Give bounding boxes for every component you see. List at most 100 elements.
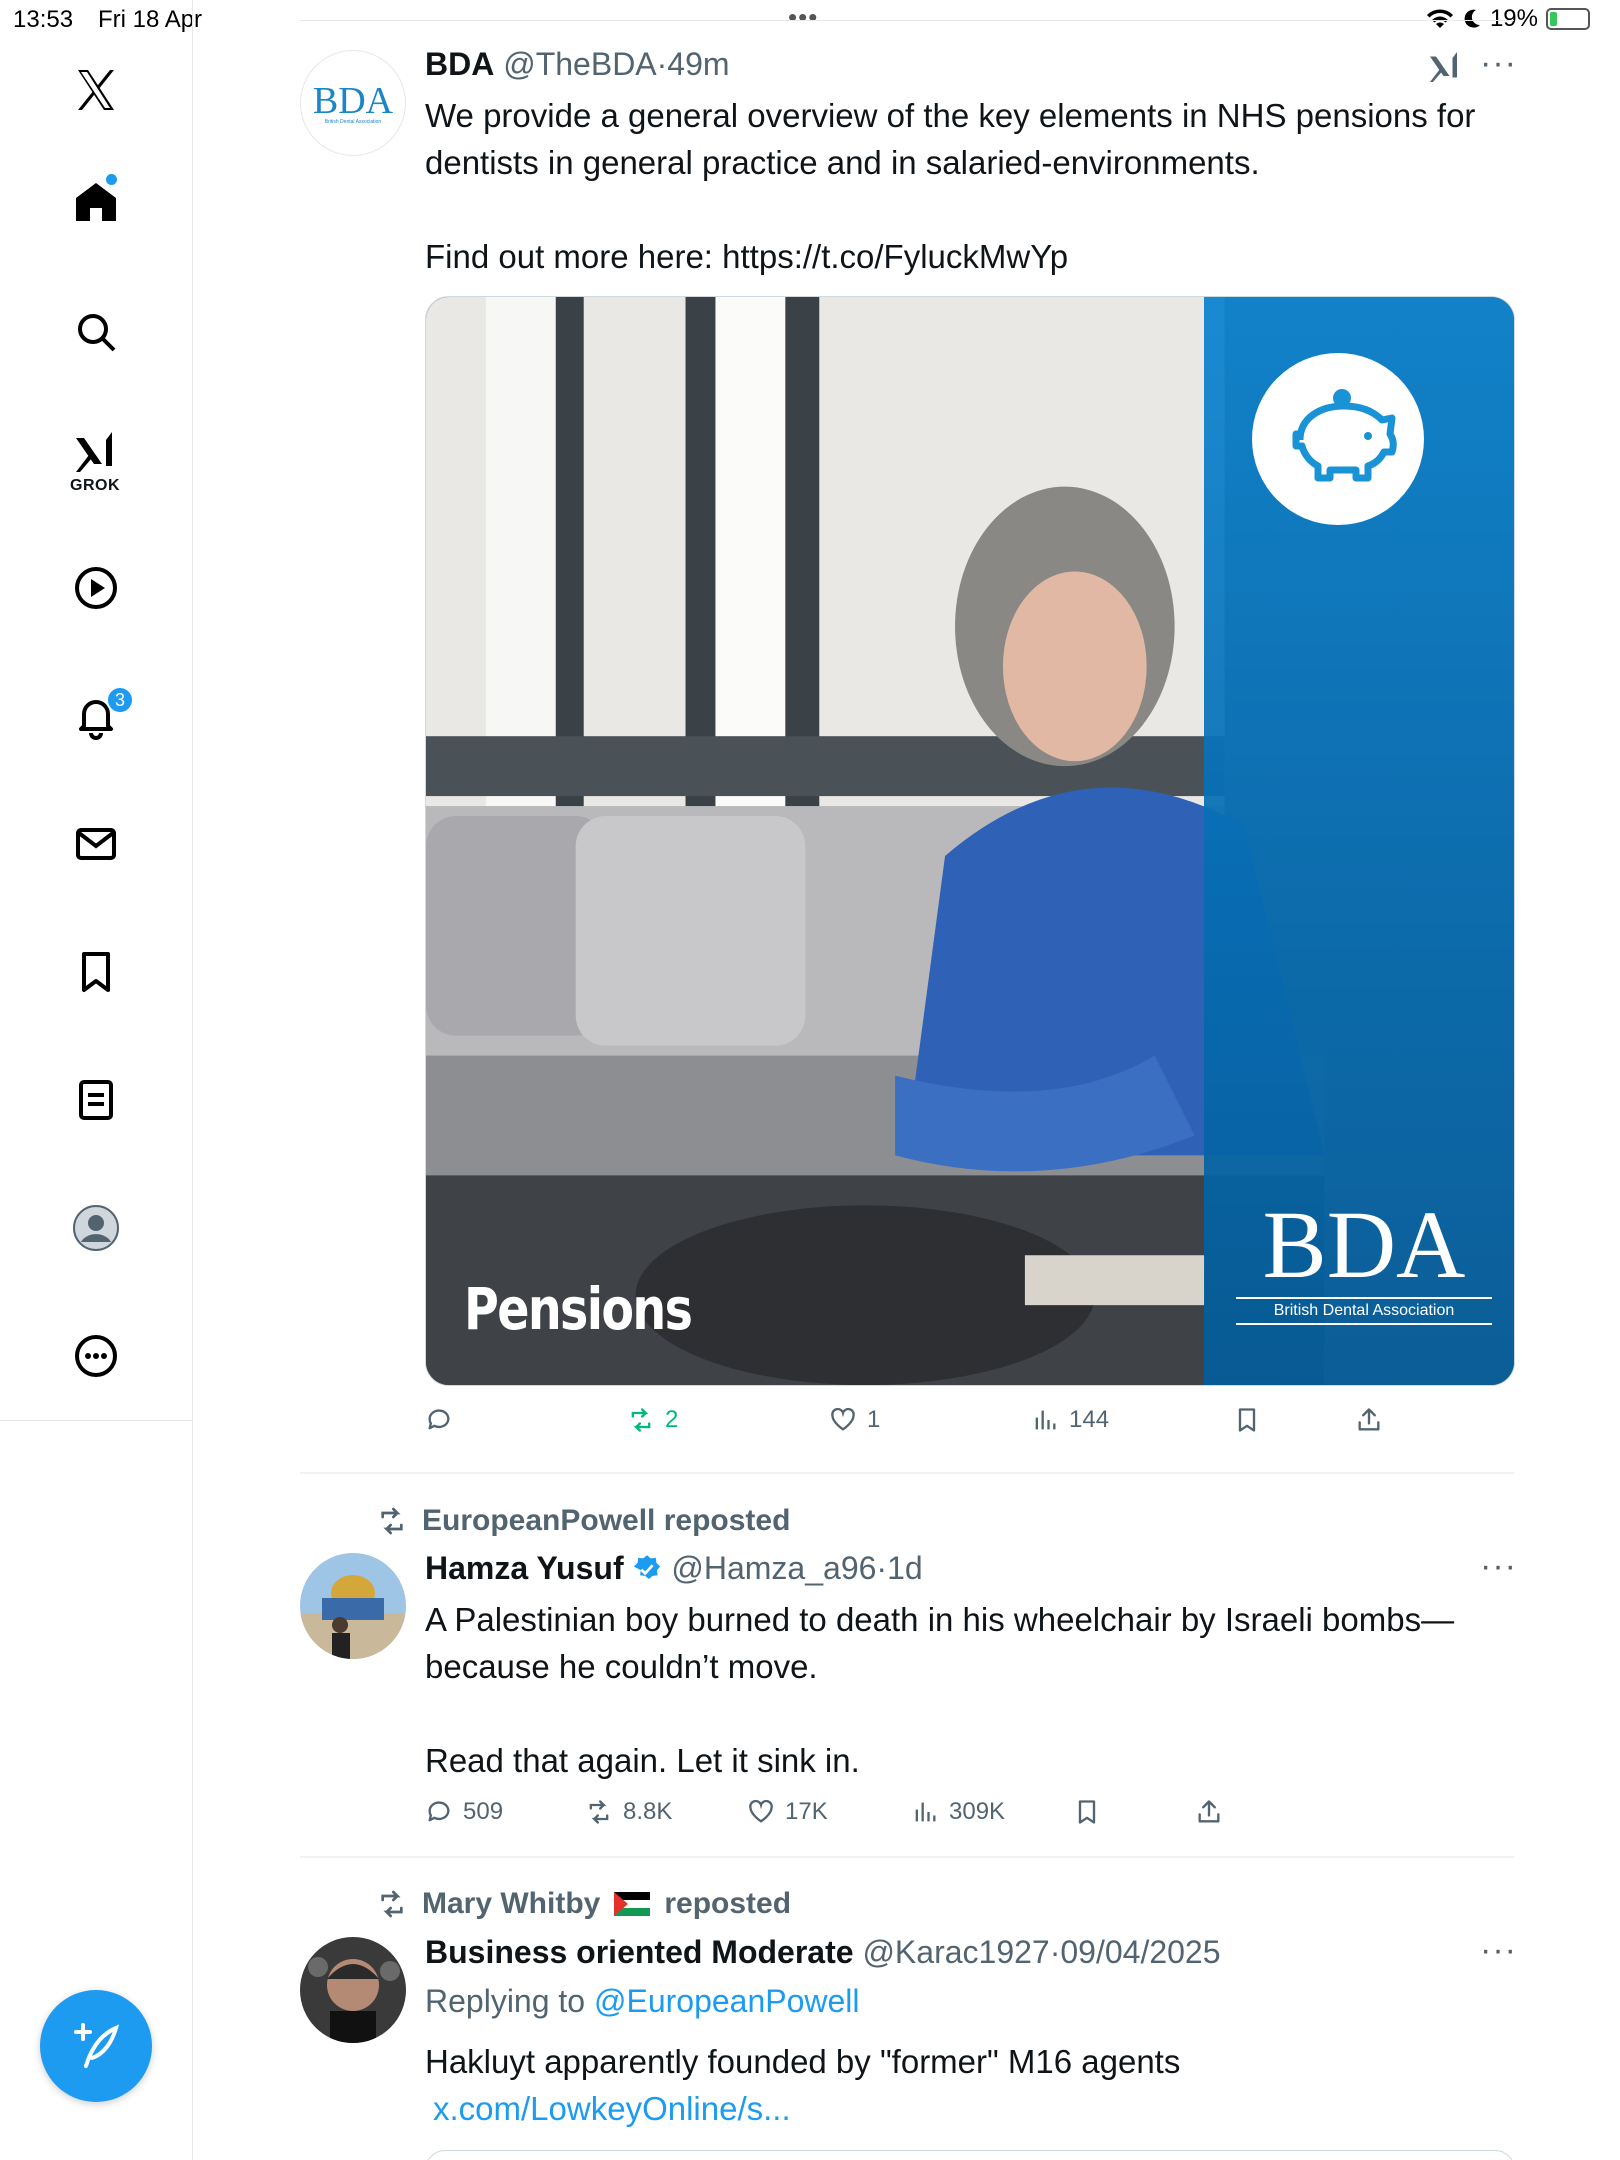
feather-plus-icon — [74, 2023, 120, 2068]
status-right: 19% — [1426, 5, 1590, 33]
bda-logo-text: BDA — [1262, 1191, 1466, 1298]
avatar-bda-subtext: British Dental Association — [324, 119, 382, 125]
repost-count: 8.8K — [623, 1798, 673, 1825]
more-options-icon[interactable]: ··· — [1480, 1547, 1517, 1586]
avatar-hamza[interactable] — [300, 1553, 406, 1659]
home-new-indicator — [106, 174, 117, 185]
display-name[interactable]: Hamza Yusuf — [425, 1550, 624, 1586]
repost-button[interactable]: 8.8K — [585, 1798, 672, 1826]
more-options-icon[interactable]: ··· — [1480, 1931, 1517, 1970]
tweet-link[interactable]: x.com/LowkeyOnline/s... — [425, 2085, 1515, 2132]
timestamp[interactable]: 1d — [887, 1550, 923, 1586]
bookmark-icon — [1238, 1408, 1256, 1432]
sidebar: GROK 3 — [0, 0, 193, 2160]
piggy-bank-badge — [1252, 353, 1424, 525]
views-chart-icon — [915, 1802, 936, 1822]
share-button[interactable] — [1195, 1798, 1223, 1826]
tweet-header: Business oriented Moderate @Karac1927·09… — [425, 1934, 1221, 1970]
timestamp[interactable]: 09/04/2025 — [1060, 1934, 1220, 1970]
handle[interactable]: @Hamza_a96 — [671, 1550, 876, 1586]
more-options-icon[interactable]: ··· — [1480, 44, 1517, 83]
replying-to-handle[interactable]: @EuropeanPowell — [594, 1983, 860, 2019]
notification-badge: 3 — [106, 686, 134, 714]
bookmark-icon[interactable] — [66, 942, 126, 1002]
like-count: 17K — [785, 1798, 828, 1825]
bda-logo: BDA British Dental Association — [1224, 1197, 1504, 1325]
piggy-bank-icon — [1292, 389, 1397, 482]
reposted-by-suffix: reposted — [664, 1887, 792, 1920]
bookmark-button[interactable] — [1233, 1406, 1261, 1434]
like-count: 1 — [867, 1406, 881, 1433]
display-name[interactable]: Business oriented Moderate — [425, 1934, 854, 1970]
share-icon — [1198, 1800, 1220, 1823]
reply-count: 509 — [463, 1798, 504, 1825]
sidebar-divider — [0, 1420, 193, 1421]
bookmark-button[interactable] — [1073, 1798, 1101, 1826]
battery-icon — [1546, 8, 1590, 30]
compose-post-button[interactable] — [40, 1990, 152, 2102]
avatar-bda-text: BDA — [312, 80, 394, 122]
views-button[interactable]: 144 — [1031, 1406, 1109, 1434]
more-options-icon[interactable] — [66, 1326, 126, 1386]
tweet-media-image[interactable]: BDA British Dental Association Pensions — [425, 296, 1515, 1386]
views-button[interactable]: 309K — [911, 1798, 1005, 1826]
repost-icon — [589, 1800, 609, 1824]
tweet-text-line[interactable]: Find out more here: https://t.co/FyluckM… — [425, 233, 1515, 280]
repost-icon — [381, 1507, 403, 1535]
tweet-text: A Palestinian boy burned to death in his… — [425, 1596, 1515, 1784]
repost-indicator[interactable]: EuropeanPowell reposted — [376, 1504, 790, 1538]
tweet-text-line: We provide a general overview of the key… — [425, 97, 1476, 134]
timestamp[interactable]: 49m — [667, 46, 729, 82]
tweet-divider — [300, 1472, 1514, 1474]
grok-explain-icon[interactable] — [1427, 49, 1463, 85]
tweet-text-line: A Palestinian boy burned to death in his… — [425, 1601, 1455, 1638]
tweet-header: BDA @TheBDA·49m — [425, 46, 730, 82]
tweet-divider — [300, 1856, 1514, 1858]
messages-envelope-icon[interactable] — [66, 814, 126, 874]
heart-icon — [749, 1799, 773, 1823]
like-button[interactable]: 17K — [747, 1798, 828, 1826]
display-name[interactable]: BDA — [425, 46, 494, 82]
reposted-by-name: Mary Whitby — [422, 1887, 601, 1920]
repost-icon — [381, 1890, 403, 1918]
repost-count: 2 — [665, 1406, 679, 1433]
wifi-icon — [1426, 9, 1453, 28]
tweet-header: Hamza Yusuf @Hamza_a96·1d — [425, 1550, 923, 1586]
battery-percent: 19% — [1489, 5, 1538, 32]
grok-icon[interactable] — [66, 422, 126, 482]
verified-badge-icon — [634, 1555, 661, 1579]
search-icon[interactable] — [66, 302, 126, 362]
x-logo-icon[interactable] — [66, 60, 126, 120]
feed-top-divider — [300, 20, 1514, 21]
repost-button[interactable]: 2 — [627, 1406, 678, 1434]
lists-icon[interactable] — [66, 1070, 126, 1130]
link-preview-card[interactable] — [425, 2150, 1515, 2160]
media-caption: Pensions — [464, 1275, 693, 1343]
bookmark-icon — [1078, 1800, 1096, 1824]
avatar-karac[interactable] — [300, 1937, 406, 2043]
replying-to: Replying to @EuropeanPowell — [425, 1983, 860, 2020]
battery-level — [1550, 12, 1557, 26]
tweet-text-line: dentists in general practice and in sala… — [425, 144, 1260, 181]
handle[interactable]: @TheBDA — [503, 46, 656, 82]
bda-logo-subtext: British Dental Association — [1236, 1297, 1492, 1325]
avatar-bda[interactable]: BDA British Dental Association — [300, 50, 406, 156]
video-icon[interactable] — [66, 558, 126, 618]
replying-prefix: Replying to — [425, 1983, 586, 2019]
reply-icon — [428, 1409, 450, 1430]
repost-indicator[interactable]: Mary Whitby reposted — [376, 1887, 791, 1921]
tweet-text-line: Hakluyt apparently founded by "former" M… — [425, 2043, 1181, 2080]
profile-avatar-icon[interactable] — [66, 1198, 126, 1258]
reposted-by: EuropeanPowell reposted — [422, 1504, 791, 1537]
reply-button[interactable] — [425, 1406, 463, 1434]
reply-button[interactable]: 509 — [425, 1798, 503, 1826]
like-button[interactable]: 1 — [829, 1406, 880, 1434]
share-button[interactable] — [1355, 1406, 1383, 1434]
multitasking-dots-icon[interactable]: ••• — [788, 2, 818, 33]
home-icon[interactable] — [66, 172, 126, 232]
palestine-flag-icon — [614, 1892, 651, 1916]
handle[interactable]: @Karac1927 — [862, 1934, 1049, 1970]
grok-label: GROK — [70, 477, 120, 494]
reply-icon — [428, 1801, 450, 1822]
tweet-text: We provide a general overview of the key… — [425, 92, 1515, 280]
